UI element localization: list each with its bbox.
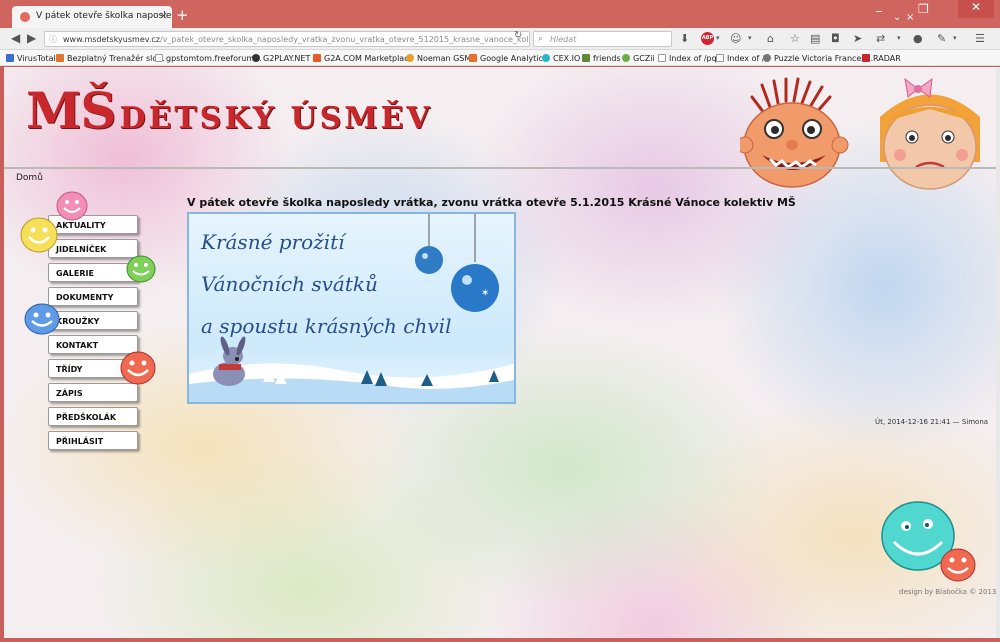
site-favicon-icon xyxy=(20,12,30,22)
christmas-greeting-image: Krásné prožití Vánočních svátků a spoust… xyxy=(187,212,516,404)
bookmark-noeman[interactable]: Noeman GSM xyxy=(406,54,471,63)
sync-icon[interactable]: ⇄ xyxy=(876,32,885,45)
bookmark-friends[interactable]: friends xyxy=(582,54,621,63)
tab-title: V pátek otevře školka naposledy v... xyxy=(36,11,172,21)
gczii-icon xyxy=(622,54,630,62)
browser-tab[interactable]: V pátek otevře školka naposledy v... × xyxy=(12,6,172,28)
bookmark-radar[interactable]: RADAR xyxy=(862,54,901,63)
menu-item-jidelnicek[interactable]: JIDELNÍČEK xyxy=(48,239,138,258)
browser-toolbar: ◀ ▶ ⓘ www.msdetskyusmev.cz/v_patek_otevr… xyxy=(0,28,1000,50)
back-icon[interactable]: ◀ xyxy=(11,31,20,45)
bookmark-trenazer[interactable]: Bezplatný Trenažér slo... xyxy=(56,54,165,63)
window-maximize-icon[interactable]: ❐ xyxy=(918,2,929,16)
home-icon[interactable]: ⌂ xyxy=(767,32,774,45)
red-smiley-icon xyxy=(120,351,156,385)
tab-close-icon[interactable]: × xyxy=(159,9,168,22)
download-icon[interactable]: ⬇ xyxy=(680,32,689,45)
page-icon xyxy=(716,54,724,62)
bookmark-star-icon[interactable]: ☆ xyxy=(790,32,800,45)
chat-icon[interactable]: ● xyxy=(913,32,923,45)
reload-icon[interactable]: ↻ xyxy=(514,30,522,41)
analytics-icon xyxy=(469,54,477,62)
noeman-icon xyxy=(406,54,414,62)
send-icon[interactable]: ➤ xyxy=(853,32,862,45)
search-icon: ⌕ xyxy=(538,34,544,44)
bookmark-gczii[interactable]: GCZii xyxy=(622,54,655,63)
menu-item-prihlasit[interactable]: PŘIHLÁSIT xyxy=(48,431,138,450)
forward-icon[interactable]: ▶ xyxy=(27,31,36,45)
adblock-menu-icon[interactable]: ▾ xyxy=(716,34,720,42)
bookmark-google-analytics[interactable]: Google Analytics xyxy=(469,54,547,63)
pocket-icon[interactable]: ◘ xyxy=(831,32,840,45)
svg-text:✶: ✶ xyxy=(481,288,489,299)
menu-item-krouzky[interactable]: KROUŽKY xyxy=(48,311,138,330)
bookmark-index-root[interactable]: Index of / xyxy=(716,54,765,63)
sync-menu-icon[interactable]: ▾ xyxy=(897,34,901,42)
adblock-icon[interactable]: ABP xyxy=(701,32,714,45)
yellow-smiley-icon xyxy=(20,217,58,253)
pink-smiley-icon xyxy=(56,191,88,221)
search-placeholder: Hledat xyxy=(550,35,577,44)
menu-item-galerie[interactable]: GALERIE xyxy=(48,263,138,282)
blue-smiley-icon xyxy=(24,303,60,335)
bookmark-gpstomtom[interactable]: gpstomtom.freeforum... xyxy=(155,54,262,63)
boy-face-icon xyxy=(740,77,849,188)
g2a-icon xyxy=(313,54,321,62)
logo-ms: MŠ xyxy=(26,81,116,140)
post-title[interactable]: V pátek otevře školka naposledy vrátka, … xyxy=(187,196,796,209)
virustotal-icon xyxy=(6,54,14,62)
footer-smileys-icon xyxy=(881,501,976,582)
bookmark-g2play[interactable]: G2PLAY.NET xyxy=(252,54,310,63)
site-logo[interactable]: MŠ DĚTSKÝ ÚSMĚV xyxy=(26,81,433,140)
donkey-character-icon xyxy=(213,336,246,386)
window-minimize-small-icon[interactable]: ⌄ xyxy=(893,12,901,23)
cexio-icon xyxy=(542,54,550,62)
bookmarks-list-icon[interactable]: ▤ xyxy=(810,32,820,45)
menu-item-zapis[interactable]: ZÁPIS xyxy=(48,383,138,402)
menu-item-predskolak[interactable]: PŘEDŠKOLÁK xyxy=(48,407,138,426)
url-bar[interactable]: ⓘ www.msdetskyusmev.cz/v_patek_otevre_sk… xyxy=(44,31,530,47)
window-close-icon[interactable]: ✕ xyxy=(958,0,994,18)
radar-icon xyxy=(862,54,870,62)
paint-icon[interactable]: ✎ xyxy=(937,32,946,45)
window-minimize-icon[interactable]: _ xyxy=(876,0,882,12)
paint-menu-icon[interactable]: ▾ xyxy=(953,34,957,42)
kids-faces-illustration xyxy=(740,77,980,190)
browser-titlebar: V pátek otevře školka naposledy v... × +… xyxy=(0,0,1000,28)
web-page: MŠ DĚTSKÝ ÚSMĚV Domů AKTUALITY JIDELNÍČE… xyxy=(4,67,996,638)
bookmarks-bar: VirusTotal Bezplatný Trenažér slo... gps… xyxy=(0,50,1000,66)
girl-face-icon xyxy=(880,77,980,190)
url-host: www.msdetskyusmev.cz xyxy=(63,35,160,44)
trenazer-icon xyxy=(56,54,64,62)
green-smiley-icon xyxy=(126,255,156,283)
search-input[interactable]: ⌕ Hledat xyxy=(533,31,672,47)
page-scrollbar[interactable] xyxy=(996,67,1000,638)
logo-detsky-usmev: DĚTSKÝ ÚSMĚV xyxy=(119,101,433,136)
breadcrumb[interactable]: Domů xyxy=(16,173,43,183)
menu-hamburger-icon[interactable]: ☰ xyxy=(975,32,985,45)
page-info-icon[interactable]: ⓘ xyxy=(49,34,57,45)
bookmark-cexio[interactable]: CEX.IO xyxy=(542,54,580,63)
header-divider xyxy=(4,167,996,169)
page-icon xyxy=(155,54,163,62)
bookmark-puzzle[interactable]: Puzzle Victoria Frances... xyxy=(763,54,873,63)
extension-menu-icon[interactable]: ▾ xyxy=(748,34,752,42)
ornaments-and-snow-illustration: ✶ xyxy=(189,214,514,402)
extension-face-icon[interactable]: ☺ xyxy=(730,32,741,45)
bookmark-index-pq[interactable]: Index of /pq xyxy=(658,54,717,63)
puzzle-icon xyxy=(763,54,771,62)
window-close-small-icon[interactable]: × xyxy=(906,12,914,23)
url-path: /v_patek_otevre_skolka_naposledy_vratka_… xyxy=(160,35,530,44)
page-icon xyxy=(658,54,666,62)
post-meta: Út, 2014-12-16 21:41 — Simona xyxy=(875,418,989,426)
menu-item-dokumenty[interactable]: DOKUMENTY xyxy=(48,287,138,306)
g2play-icon xyxy=(252,54,260,62)
footer-credit: design by Blabočka © 2013 xyxy=(899,588,996,596)
friends-icon xyxy=(582,54,590,62)
bookmark-virustotal[interactable]: VirusTotal xyxy=(6,54,56,63)
new-tab-icon[interactable]: + xyxy=(176,8,189,23)
bookmark-g2a[interactable]: G2A.COM Marketplace xyxy=(313,54,414,63)
